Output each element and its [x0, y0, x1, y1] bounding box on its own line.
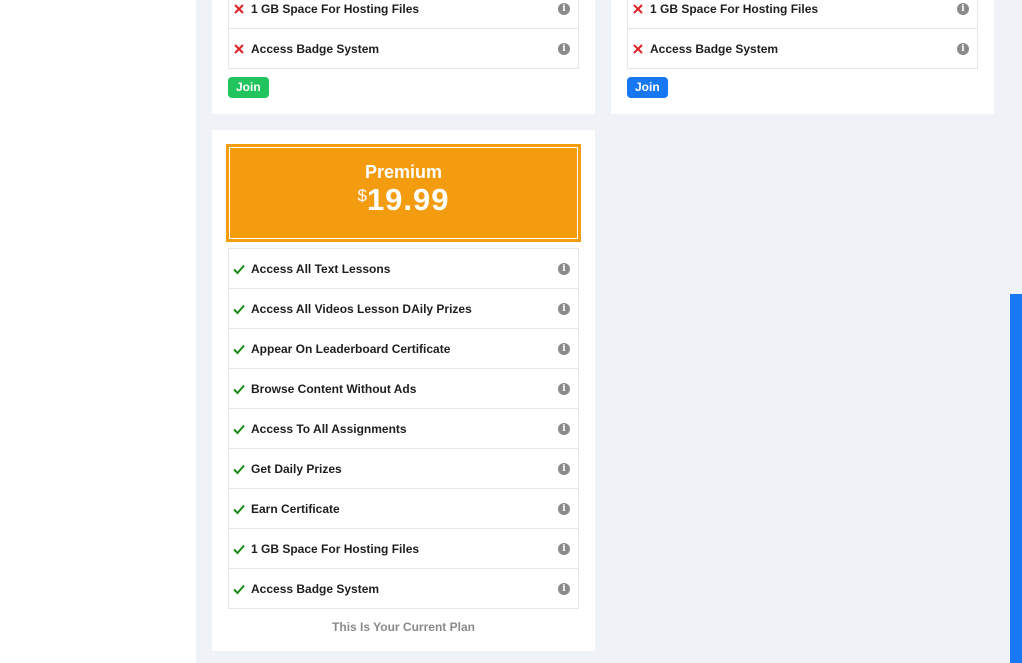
cross-icon — [234, 3, 244, 14]
feature-row: 1 GB Space For Hosting Files i — [228, 529, 579, 569]
plan-price: $19.99 — [228, 182, 579, 218]
feature-label: 1 GB Space For Hosting Files — [251, 541, 420, 556]
cross-icon — [633, 3, 643, 14]
info-icon[interactable]: i — [558, 502, 570, 515]
info-icon[interactable]: i — [558, 342, 570, 355]
check-icon — [233, 504, 245, 514]
info-icon[interactable]: i — [558, 382, 570, 395]
feature-label: 1 GB Space For Hosting Files — [650, 1, 819, 16]
check-icon — [233, 424, 245, 434]
info-icon[interactable]: i — [558, 462, 570, 475]
info-icon[interactable]: i — [558, 542, 570, 555]
check-icon — [233, 544, 245, 554]
feature-row: Access All Text Lessons i — [228, 248, 579, 289]
feature-label: Get Daily Prizes — [251, 461, 342, 476]
check-icon — [233, 584, 245, 594]
plan-card-right: 1 GB Space For Hosting Files i Access Ba… — [611, 0, 994, 114]
scrollbar-thumb[interactable] — [1010, 294, 1022, 663]
feature-label: Appear On Leaderboard Certificate — [251, 341, 451, 356]
feature-row: Access Badge System i — [228, 569, 579, 609]
price-currency: $ — [357, 186, 367, 205]
feature-row: 1 GB Space For Hosting Files i — [228, 0, 579, 29]
feature-list: 1 GB Space For Hosting Files i Access Ba… — [627, 0, 978, 69]
info-icon[interactable]: i — [957, 2, 969, 15]
feature-list: Access All Text Lessons i Access All Video… — [228, 248, 579, 609]
cross-icon — [633, 43, 643, 54]
info-icon[interactable]: i — [558, 2, 570, 15]
feature-row: Access To All Assignments i — [228, 409, 579, 449]
feature-row: 1 GB Space For Hosting Files i — [627, 0, 978, 29]
feature-label: Access All Videos Lesson DAily Prizes — [251, 301, 472, 316]
feature-row: Earn Certificate i — [228, 489, 579, 529]
feature-row: Access Badge System i — [228, 29, 579, 69]
feature-label: Access Badge System — [251, 41, 380, 56]
check-icon — [233, 344, 245, 354]
feature-label: Browse Content Without Ads — [251, 381, 417, 396]
premium-header: Premium $19.99 — [226, 144, 581, 242]
info-icon[interactable]: i — [558, 262, 570, 275]
feature-row: Access Badge System i — [627, 29, 978, 69]
plan-card-premium: Premium $19.99 Access All Text Lessons i A… — [212, 130, 595, 651]
feature-label: Access Badge System — [251, 581, 380, 596]
feature-row: Browse Content Without Ads i — [228, 369, 579, 409]
join-button[interactable]: Join — [228, 77, 269, 98]
check-icon — [233, 304, 245, 314]
feature-label: Access To All Assignments — [251, 421, 407, 436]
info-icon[interactable]: i — [957, 42, 969, 55]
feature-label: 1 GB Space For Hosting Files — [251, 1, 420, 16]
plan-name: Premium — [364, 162, 443, 182]
feature-label: Access Badge System — [650, 41, 779, 56]
feature-label: Access All Text Lessons — [251, 261, 391, 276]
info-icon[interactable]: i — [558, 582, 570, 595]
price-amount: 19.99 — [366, 182, 450, 217]
feature-label: Earn Certificate — [251, 501, 340, 516]
check-icon — [233, 264, 245, 274]
plan-card-left: 1 GB Space For Hosting Files i Access Ba… — [212, 0, 595, 114]
check-icon — [233, 384, 245, 394]
info-icon[interactable]: i — [558, 302, 570, 315]
feature-list: 1 GB Space For Hosting Files i Access Ba… — [228, 0, 579, 69]
join-button[interactable]: Join — [627, 77, 668, 98]
info-icon[interactable]: i — [558, 42, 570, 55]
feature-row: Access All Videos Lesson DAily Prizes i — [228, 289, 579, 329]
feature-row: Appear On Leaderboard Certificate i — [228, 329, 579, 369]
current-plan-label: This Is Your Current Plan — [332, 620, 475, 634]
pricing-area: 1 GB Space For Hosting Files i Access Ba… — [196, 0, 1022, 663]
check-icon — [233, 464, 245, 474]
cross-icon — [234, 43, 244, 54]
info-icon[interactable]: i — [558, 422, 570, 435]
feature-row: Get Daily Prizes i — [228, 449, 579, 489]
